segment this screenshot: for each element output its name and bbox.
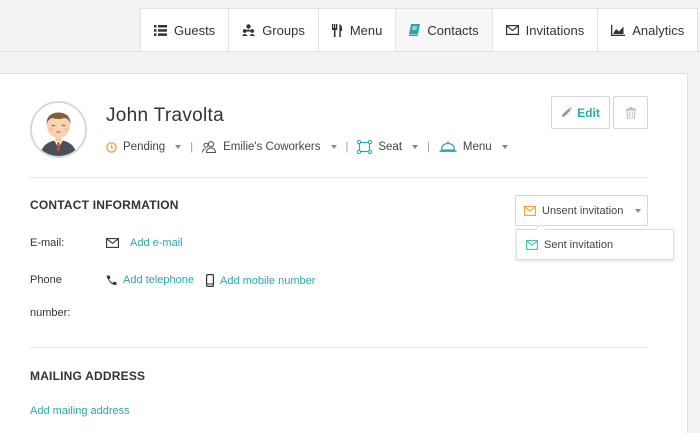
add-email-link[interactable]: Add e-mail [106,237,183,249]
add-mailing-address-label: Add mailing address [30,405,130,417]
status-label: Pending [123,141,166,153]
group-dropdown[interactable]: Emilie's Coworkers [202,141,337,153]
add-mobile-label: Add mobile number [220,274,316,287]
envelope-icon [106,238,119,248]
cloche-icon [439,141,457,152]
cutlery-icon [331,23,342,37]
invitation-status-select[interactable]: Unsent invitation [515,195,648,226]
edit-label: Edit [577,105,600,120]
phone-label-2: number: [30,307,71,319]
nav-divider [0,51,700,52]
tab-label: Contacts [427,22,479,38]
chevron-down-icon [635,208,642,213]
divider [30,177,648,178]
users-icon [202,141,217,153]
add-mobile-link[interactable]: Add mobile number [206,274,315,287]
phone-label: Phone [30,274,62,286]
tab-guests[interactable]: Guests [141,9,230,51]
top-nav: Guests Groups Menu Contacts Invitations … [140,8,699,51]
add-mailing-address-link[interactable]: Add mailing address [30,405,130,417]
menu-label: Menu [462,141,492,153]
separator: | [345,141,349,153]
add-telephone-link[interactable]: Add telephone [106,274,194,286]
invitation-selected-label: Unsent invitation [542,204,624,217]
separator: | [190,141,194,153]
tab-invitations[interactable]: Invitations [493,9,599,51]
tab-label: Groups [262,22,305,38]
tab-contacts[interactable]: Contacts [396,9,493,51]
tab-menu[interactable]: Menu [319,9,397,51]
envelope-icon [526,239,538,250]
envelope-icon [505,25,519,35]
mobile-icon [206,274,214,287]
add-email-label: Add e-mail [130,237,183,249]
phone-icon [106,275,117,285]
chevron-down-icon [330,145,337,149]
edit-button[interactable]: Edit [551,96,610,129]
tab-label: Menu [349,22,383,38]
seat-icon [357,140,373,154]
guest-meta-row: Pending | Emilie's Coworkers | Seat | Me… [106,140,508,154]
tab-groups[interactable]: Groups [229,9,319,51]
tab-label: Invitations [525,22,585,38]
chart-icon [611,24,626,36]
avatar [30,101,87,158]
book-icon [409,24,421,36]
invitation-option-label: Sent invitation [544,238,614,251]
invitation-option-sent[interactable]: Sent invitation [516,224,674,260]
chevron-down-icon [412,145,419,149]
envelope-icon [524,205,536,216]
status-dropdown[interactable]: Pending [106,141,182,153]
divider [30,347,648,348]
tab-analytics[interactable]: Analytics [598,9,697,51]
mailing-address-title: MAILING ADDRESS [30,369,146,383]
avatar-illustration [32,103,85,156]
delete-button[interactable] [613,96,648,129]
add-telephone-label: Add telephone [123,274,194,286]
chevron-down-icon [175,145,182,149]
clock-icon [106,141,117,153]
tab-label: Guests [174,22,216,38]
trash-icon [625,106,636,119]
seat-dropdown[interactable]: Seat [357,140,419,154]
chevron-down-icon [501,145,508,149]
tab-label: Analytics [632,22,685,38]
email-label: E-mail: [30,237,65,249]
groups-icon [242,24,256,36]
contact-card: John Travolta Pending | Emilie's Coworke… [0,73,688,433]
pencil-icon [562,107,573,117]
contact-info-title: CONTACT INFORMATION [30,198,179,212]
separator: | [427,141,430,153]
list-icon [154,24,167,36]
menu-dropdown[interactable]: Menu [439,141,508,153]
seat-label: Seat [378,141,403,153]
group-label: Emilie's Coworkers [223,141,321,153]
guest-name: John Travolta [106,105,224,126]
